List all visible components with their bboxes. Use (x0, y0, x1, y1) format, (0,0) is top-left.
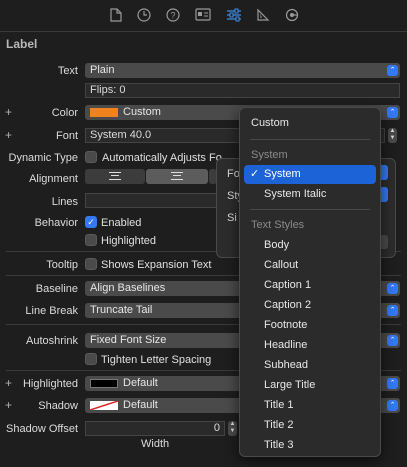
add-variation-icon[interactable]: + (5, 105, 12, 119)
shadow-offset-label: Shadow Offset (6, 423, 78, 435)
alignment-label: Alignment (29, 173, 78, 185)
popover-font-label: Fo (227, 168, 240, 180)
font-label: Font (55, 130, 78, 142)
connections-icon[interactable] (284, 8, 300, 24)
attributes-icon[interactable] (226, 8, 242, 24)
align-left-icon (109, 172, 121, 180)
highlighted-checkbox[interactable] (85, 234, 97, 246)
chevron-updown-icon: ⌃ (387, 283, 398, 294)
menu-item-style[interactable]: Caption 2 (244, 296, 376, 315)
shadow-offset-width-caption: Width (141, 438, 170, 450)
menu-item-style[interactable]: Callout (244, 256, 376, 275)
checkmark-icon: ✓ (250, 168, 260, 180)
align-left-segment[interactable] (85, 169, 145, 184)
font-menu: Custom System ✓ System System Italic Tex… (239, 107, 381, 457)
baseline-popup-value: Align Baselines (90, 282, 166, 294)
highlighted-color-label: Highlighted (22, 378, 78, 390)
autoshrink-label: Autoshrink (26, 335, 78, 347)
menu-separator (250, 209, 370, 210)
tooltip-checkbox-label: Shows Expansion Text (101, 259, 212, 271)
enabled-label: Enabled (101, 217, 142, 229)
text-popup-value: Plain (90, 64, 115, 76)
lines-field[interactable] (85, 193, 217, 208)
line-break-popup-value: Truncate Tail (90, 304, 153, 316)
shadow-offset-width-field[interactable]: 0 (85, 421, 225, 436)
menu-header-text-styles: Text Styles (251, 219, 305, 231)
menu-item-style[interactable]: Title 1 (244, 396, 376, 415)
color-swatch (90, 108, 118, 117)
chevron-updown-icon: ⌃ (387, 378, 398, 389)
tooltip-checkbox[interactable] (85, 258, 97, 270)
chevron-updown-icon: ⌃ (387, 305, 398, 316)
dynamic-type-label: Dynamic Type (8, 152, 79, 164)
chevron-updown-icon: ⌃ (387, 335, 398, 346)
autoshrink-popup-value: Fixed Font Size (90, 334, 167, 346)
chevron-updown-icon: ⌃ (387, 65, 398, 76)
menu-item-custom[interactable]: Custom (244, 114, 376, 133)
menu-item-style[interactable]: Headline (244, 336, 376, 355)
text-popup[interactable]: Plain ⌃ (85, 63, 400, 78)
add-variation-icon[interactable]: + (5, 128, 12, 142)
text-field[interactable]: Flips: 0 (85, 83, 400, 98)
menu-item-style[interactable]: Title 3 (244, 436, 376, 455)
align-center-icon (171, 172, 183, 180)
menu-item-style[interactable]: Body (244, 236, 376, 255)
menu-item-style[interactable]: Large Title (244, 376, 376, 395)
highlighted-label: Highlighted (101, 235, 157, 247)
size-icon[interactable] (255, 8, 271, 24)
chevron-updown-icon: ⌃ (387, 400, 398, 411)
color-label: Color (51, 107, 78, 119)
shadow-value: Default (123, 399, 158, 411)
text-label: Text (57, 65, 78, 77)
lines-label: Lines (51, 196, 78, 208)
color-swatch (90, 379, 118, 388)
baseline-label: Baseline (35, 283, 78, 295)
color-popup-value: Custom (123, 106, 161, 118)
add-variation-icon[interactable]: + (5, 376, 12, 390)
menu-item-system-label: System (264, 168, 301, 180)
tighten-label: Tighten Letter Spacing (101, 354, 212, 366)
menu-item-system-italic[interactable]: System Italic (244, 185, 376, 204)
no-color-swatch (90, 401, 118, 410)
help-icon[interactable]: ? (165, 8, 181, 24)
font-size-stepper[interactable]: ▲ ▼ (388, 128, 397, 143)
svg-text:?: ? (170, 11, 175, 21)
highlighted-color-value: Default (123, 377, 158, 389)
menu-item-style[interactable]: Subhead (244, 356, 376, 375)
menu-item-style[interactable]: Title 2 (244, 416, 376, 435)
dynamic-type-checkbox-label: Automatically Adjusts Fo (102, 152, 222, 164)
section-title: Label (6, 37, 38, 51)
tooltip-label: Tooltip (46, 259, 78, 271)
clock-icon[interactable] (136, 8, 152, 24)
inspector-toolbar: ? (0, 0, 407, 32)
menu-item-system[interactable]: ✓ System (244, 165, 376, 184)
line-break-label: Line Break (25, 305, 78, 317)
behavior-label: Behavior (34, 217, 78, 229)
identity-icon[interactable] (195, 8, 211, 24)
chevron-updown-icon: ⌃ (387, 107, 398, 118)
shadow-offset-width-stepper[interactable]: ▲ ▼ (228, 421, 237, 436)
align-center-segment[interactable] (146, 169, 208, 184)
enabled-checkbox[interactable]: ✓ (85, 216, 97, 228)
shadow-label: Shadow (38, 400, 78, 412)
popover-size-label: Si (227, 212, 237, 224)
menu-header-system: System (251, 149, 288, 161)
menu-item-style[interactable]: Footnote (244, 316, 376, 335)
menu-item-style[interactable]: Caption 1 (244, 276, 376, 295)
add-variation-icon[interactable]: + (5, 398, 12, 412)
tighten-checkbox[interactable] (85, 353, 97, 365)
file-icon[interactable] (108, 8, 124, 24)
menu-separator (250, 139, 370, 140)
dynamic-type-checkbox[interactable] (85, 151, 97, 163)
